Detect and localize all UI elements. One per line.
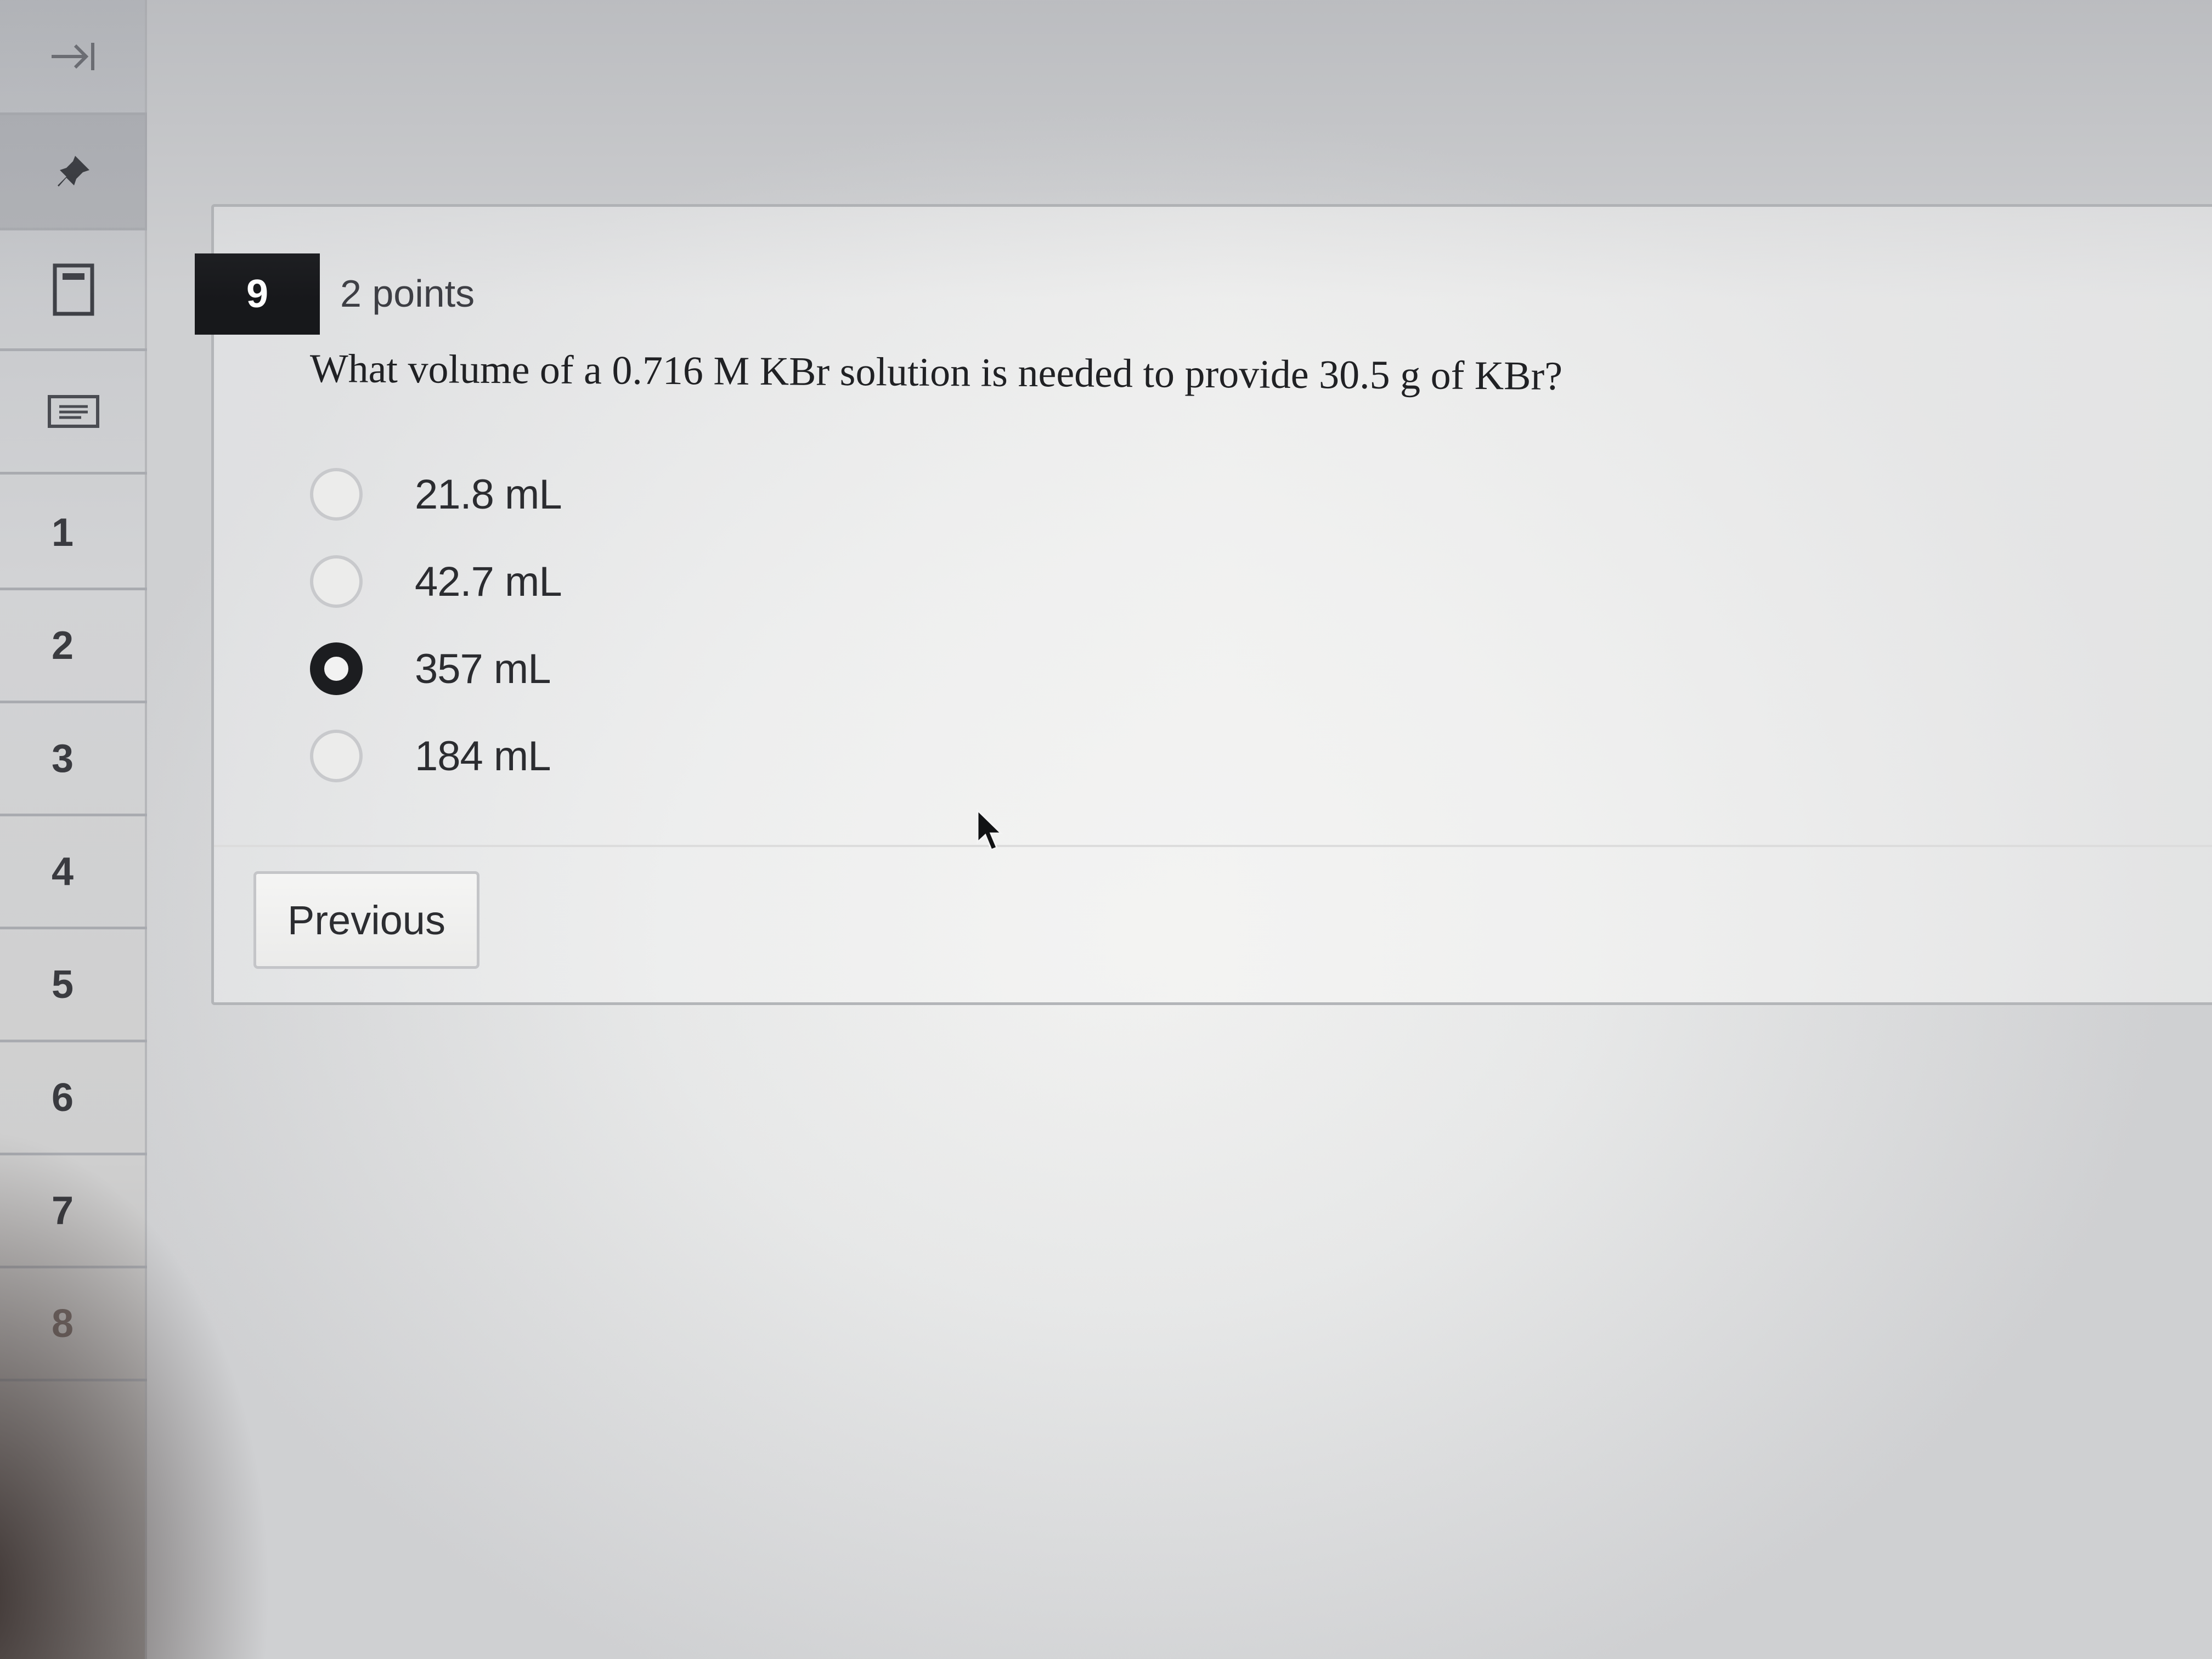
answer-option[interactable]: 42.7 mL bbox=[310, 551, 562, 612]
answer-option-label: 184 mL bbox=[415, 732, 551, 780]
card-divider bbox=[214, 845, 2212, 847]
radio-button[interactable] bbox=[310, 555, 363, 608]
pin-icon bbox=[58, 155, 89, 187]
pin-button[interactable] bbox=[0, 115, 147, 230]
question-nav-item[interactable]: 7 bbox=[0, 1155, 147, 1268]
collapse-sidebar-button[interactable] bbox=[0, 0, 147, 115]
answer-option-label: 357 mL bbox=[415, 645, 551, 692]
answer-option-selected[interactable]: 357 mL bbox=[310, 639, 551, 699]
question-nav-item[interactable]: 6 bbox=[0, 1042, 147, 1155]
answer-option-label: 21.8 mL bbox=[415, 471, 562, 518]
question-sidebar: 1 2 3 4 5 6 7 8 bbox=[0, 0, 147, 1659]
previous-button[interactable]: Previous bbox=[253, 871, 479, 969]
answer-option-label: 42.7 mL bbox=[415, 558, 562, 605]
reference-sheet-button[interactable] bbox=[0, 351, 147, 475]
arrow-to-right-icon bbox=[52, 42, 94, 70]
calculator-button[interactable] bbox=[0, 230, 147, 351]
question-nav-item[interactable]: 2 bbox=[0, 590, 147, 703]
question-points: 2 points bbox=[340, 272, 475, 315]
calculator-icon bbox=[53, 263, 94, 315]
reference-sheet-icon bbox=[48, 395, 99, 428]
question-nav-item[interactable]: 1 bbox=[0, 477, 147, 590]
question-nav-item[interactable]: 4 bbox=[0, 816, 147, 929]
question-nav-item[interactable]: 3 bbox=[0, 703, 147, 816]
question-nav-item[interactable]: 5 bbox=[0, 929, 147, 1042]
radio-button[interactable] bbox=[310, 468, 363, 521]
question-nav-item[interactable]: 8 bbox=[0, 1268, 147, 1381]
answer-option[interactable]: 184 mL bbox=[310, 726, 551, 786]
radio-button-selected[interactable] bbox=[310, 642, 363, 695]
radio-button[interactable] bbox=[310, 730, 363, 782]
answer-option[interactable]: 21.8 mL bbox=[310, 464, 562, 524]
question-number-badge: 9 bbox=[195, 253, 320, 335]
question-text: What volume of a 0.716 M KBr solution is… bbox=[309, 346, 1563, 399]
mouse-cursor-icon bbox=[977, 809, 1003, 851]
